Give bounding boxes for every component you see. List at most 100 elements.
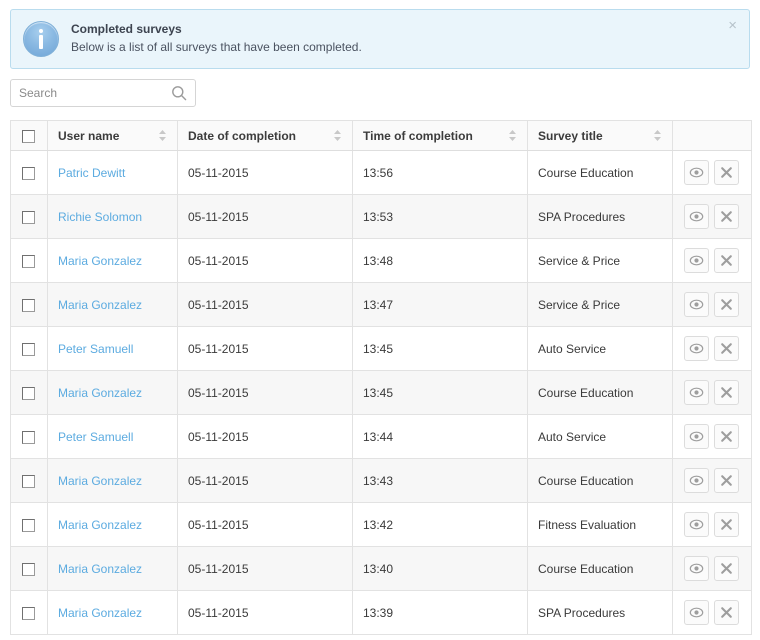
table-row: Peter Samuell 05-11-2015 13:44 Auto Service [10,414,752,459]
delete-survey-button[interactable] [714,468,739,493]
cell-user-name: Maria Gonzalez [47,546,178,591]
row-checkbox[interactable] [22,210,35,224]
sort-icon[interactable] [158,129,167,142]
cell-date-of-completion: 05-11-2015 [177,282,353,327]
search-input[interactable] [11,80,169,106]
sort-icon[interactable] [333,129,342,142]
user-name-link[interactable]: Maria Gonzalez [58,518,142,532]
view-survey-button[interactable] [684,468,709,493]
row-select-cell [10,370,48,415]
delete-survey-button[interactable] [714,292,739,317]
view-survey-button[interactable] [684,512,709,537]
row-checkbox[interactable] [22,430,35,444]
table-row: Maria Gonzalez 05-11-2015 13:47 Service & P… [10,282,752,327]
user-name-link[interactable]: Maria Gonzalez [58,298,142,312]
row-checkbox[interactable] [22,254,35,268]
cell-actions [672,150,752,195]
user-name-link[interactable]: Maria Gonzalez [58,386,142,400]
view-survey-button[interactable] [684,600,709,625]
column-header-time-of-completion[interactable]: Time of completion [352,120,528,151]
close-x-icon [720,386,733,399]
view-survey-button[interactable] [684,204,709,229]
cell-actions [672,370,752,415]
row-checkbox[interactable] [22,562,35,576]
column-header-actions [672,120,752,151]
eye-icon [689,253,704,268]
user-name-link[interactable]: Patric Dewitt [58,166,125,180]
delete-survey-button[interactable] [714,600,739,625]
view-survey-button[interactable] [684,380,709,405]
column-label-survey-title: Survey title [538,128,603,143]
user-name-link[interactable]: Maria Gonzalez [58,254,142,268]
table-row: Patric Dewitt 05-11-2015 13:56 Course Educa… [10,150,752,195]
delete-survey-button[interactable] [714,380,739,405]
sort-icon[interactable] [653,129,662,142]
view-survey-button[interactable] [684,424,709,449]
select-all-checkbox[interactable] [22,129,35,143]
view-survey-button[interactable] [684,292,709,317]
eye-icon [689,605,704,620]
row-checkbox[interactable] [22,474,35,488]
row-checkbox[interactable] [22,298,35,312]
close-x-icon [720,166,733,179]
info-circle-icon [23,21,59,57]
close-x-icon [720,430,733,443]
user-name-link[interactable]: Richie Solomon [58,210,142,224]
row-select-cell [10,546,48,591]
user-name-link[interactable]: Peter Samuell [58,342,133,356]
cell-date-of-completion: 05-11-2015 [177,590,353,635]
cell-user-name: Maria Gonzalez [47,458,178,503]
cell-date-of-completion: 05-11-2015 [177,238,353,283]
row-checkbox[interactable] [22,518,35,532]
close-x-icon [720,518,733,531]
delete-survey-button[interactable] [714,556,739,581]
eye-icon [689,341,704,356]
view-survey-button[interactable] [684,336,709,361]
user-name-link[interactable]: Maria Gonzalez [58,606,142,620]
search-icon [172,86,187,101]
view-survey-button[interactable] [684,160,709,185]
search-box[interactable] [10,79,196,107]
cell-date-of-completion: 05-11-2015 [177,150,353,195]
row-checkbox[interactable] [22,342,35,356]
row-select-cell [10,590,48,635]
column-header-date-of-completion[interactable]: Date of completion [177,120,353,151]
cell-survey-title: Course Education [527,150,673,195]
column-header-survey-title[interactable]: Survey title [527,120,673,151]
cell-survey-title: Course Education [527,370,673,415]
view-survey-button[interactable] [684,556,709,581]
row-checkbox[interactable] [22,606,35,620]
delete-survey-button[interactable] [714,160,739,185]
cell-date-of-completion: 05-11-2015 [177,502,353,547]
cell-time-of-completion: 13:40 [352,546,528,591]
row-select-cell [10,194,48,239]
delete-survey-button[interactable] [714,204,739,229]
delete-survey-button[interactable] [714,512,739,537]
user-name-link[interactable]: Maria Gonzalez [58,562,142,576]
table-row: Maria Gonzalez 05-11-2015 13:45 Course Educ… [10,370,752,415]
cell-time-of-completion: 13:42 [352,502,528,547]
sort-icon[interactable] [508,129,517,142]
delete-survey-button[interactable] [714,336,739,361]
cell-time-of-completion: 13:45 [352,370,528,415]
column-header-select-all [10,120,48,151]
row-checkbox[interactable] [22,386,35,400]
user-name-link[interactable]: Maria Gonzalez [58,474,142,488]
delete-survey-button[interactable] [714,248,739,273]
column-header-user-name[interactable]: User name [47,120,178,151]
row-checkbox[interactable] [22,166,35,180]
eye-icon [689,209,704,224]
view-survey-button[interactable] [684,248,709,273]
cell-date-of-completion: 05-11-2015 [177,326,353,371]
table-header-row: User name Date of completion Time of com… [10,120,752,151]
user-name-link[interactable]: Peter Samuell [58,430,133,444]
close-x-icon [720,254,733,267]
column-label-date-of-completion: Date of completion [188,128,297,143]
eye-icon [689,429,704,444]
close-icon[interactable]: × [725,16,740,35]
table-row: Maria Gonzalez 05-11-2015 13:42 Fitness Eva… [10,502,752,547]
cell-user-name: Maria Gonzalez [47,590,178,635]
cell-survey-title: Auto Service [527,414,673,459]
close-x-icon [720,342,733,355]
delete-survey-button[interactable] [714,424,739,449]
